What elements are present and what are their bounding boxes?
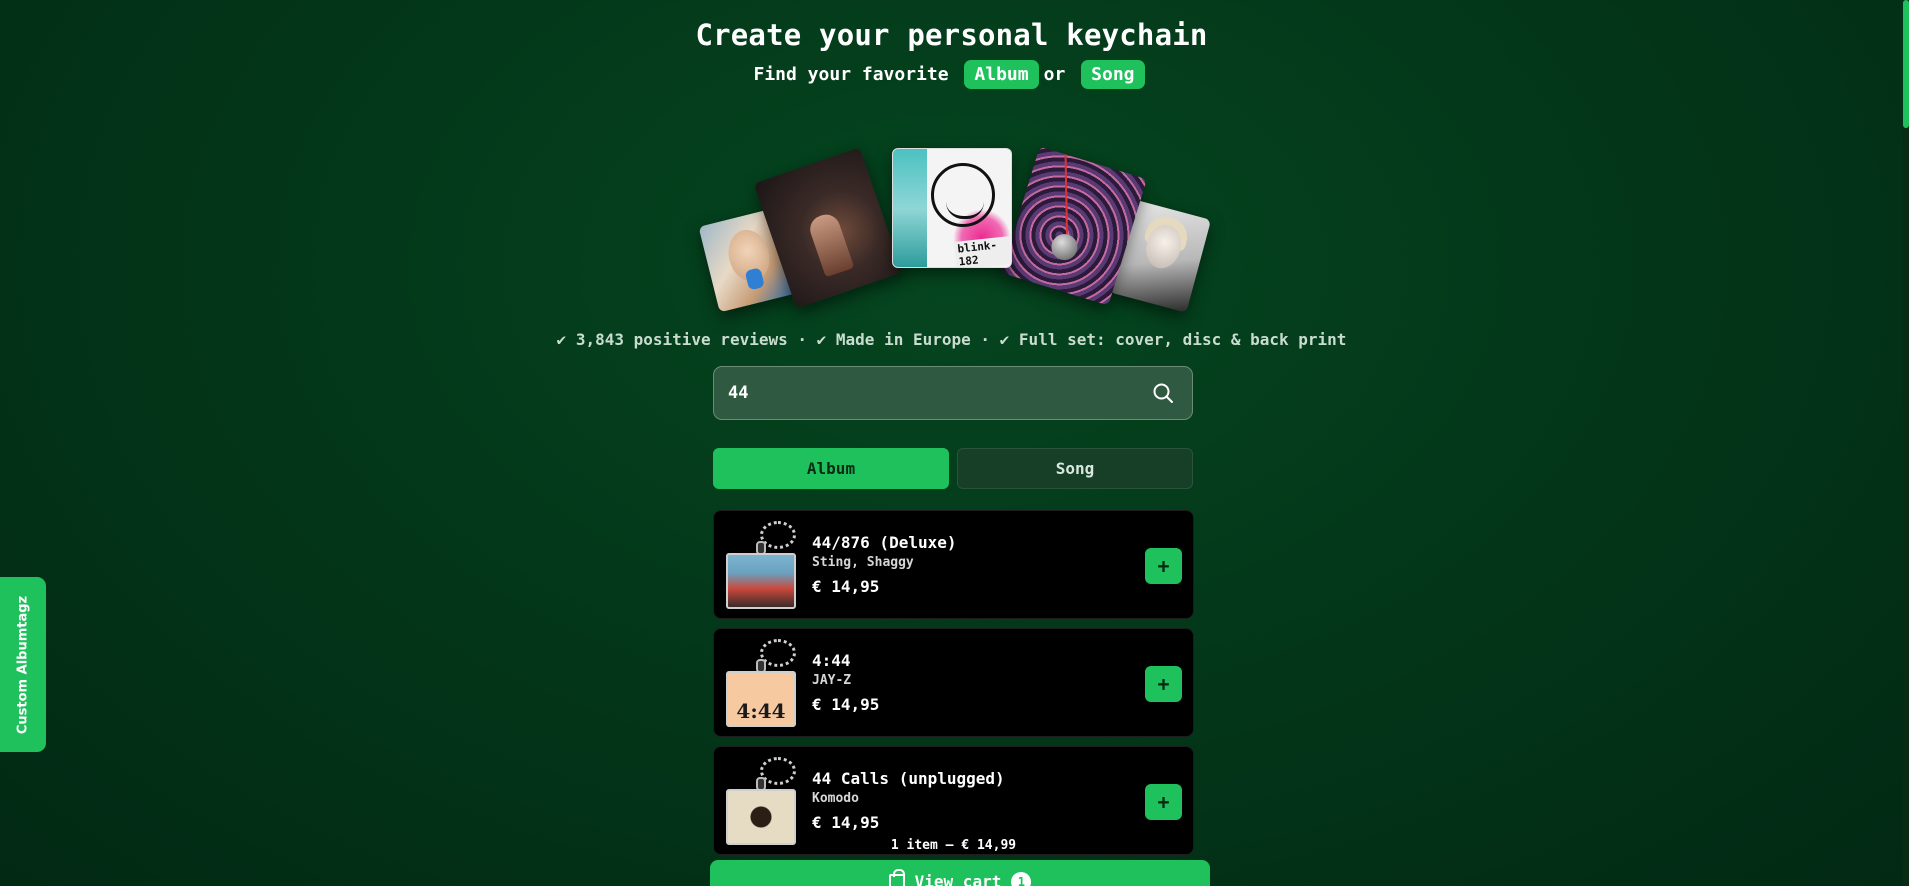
trust-line: ✔ 3,843 positive reviews · ✔ Made in Eur… (556, 330, 1347, 349)
result-artist: JAY-Z (812, 673, 852, 688)
tab-song[interactable]: Song (957, 448, 1193, 489)
album-cover-fan: blink-182 (698, 140, 1212, 315)
result-price: € 14,95 (812, 813, 880, 832)
album-cover-3: blink-182 (892, 148, 1012, 268)
song-pill[interactable]: Song (1081, 60, 1145, 89)
cart-count-badge: 1 (1011, 872, 1032, 886)
view-cart-label: View cart (914, 872, 1002, 886)
search-box (713, 366, 1193, 420)
result-card[interactable]: 4:44 4:44 JAY-Z € 14,95 + (713, 628, 1194, 737)
result-price: € 14,95 (812, 577, 880, 596)
scrollbar-thumb[interactable] (1903, 0, 1909, 128)
result-price: € 14,95 (812, 695, 880, 714)
album-pill[interactable]: Album (964, 60, 1039, 89)
keychain-image (726, 757, 798, 849)
result-title: 44/876 (Deluxe) (812, 533, 957, 552)
cart-summary: 1 item — € 14,99 (890, 838, 1017, 853)
search-input[interactable] (714, 367, 1134, 419)
view-cart-button[interactable]: View cart 1 (710, 860, 1210, 886)
result-artist: Sting, Shaggy (812, 555, 914, 570)
page: Create your personal keychain Find your … (0, 0, 1903, 886)
result-title: 44 Calls (unplugged) (812, 769, 1005, 788)
side-tab-label: Custom Albumtagz (15, 595, 31, 734)
page-subtitle: Find your favorite Album or Song (0, 60, 1903, 89)
shopping-bag-icon (888, 869, 905, 886)
keychain-image: 4:44 (726, 639, 798, 731)
add-to-cart-button[interactable]: + (1145, 666, 1182, 702)
add-to-cart-button[interactable]: + (1145, 548, 1182, 584)
custom-albumtagz-tab[interactable]: Custom Albumtagz (0, 577, 46, 752)
result-card[interactable]: 44/876 (Deluxe) Sting, Shaggy € 14,95 + (713, 510, 1194, 619)
result-title: 4:44 (812, 651, 851, 670)
album-art-text: 4:44 (726, 671, 796, 727)
page-title: Create your personal keychain (695, 18, 1208, 52)
tab-album[interactable]: Album (713, 448, 949, 489)
search-icon[interactable] (1151, 381, 1175, 405)
search-type-tabs: Album Song (713, 448, 1194, 489)
keychain-image (726, 521, 798, 613)
subtitle-or: or (1043, 64, 1066, 85)
result-artist: Komodo (812, 791, 859, 806)
results-list: 44/876 (Deluxe) Sting, Shaggy € 14,95 + … (713, 510, 1194, 856)
add-to-cart-button[interactable]: + (1145, 784, 1182, 820)
scrollbar[interactable] (1903, 0, 1909, 886)
subtitle-prefix: Find your favorite (753, 64, 949, 85)
